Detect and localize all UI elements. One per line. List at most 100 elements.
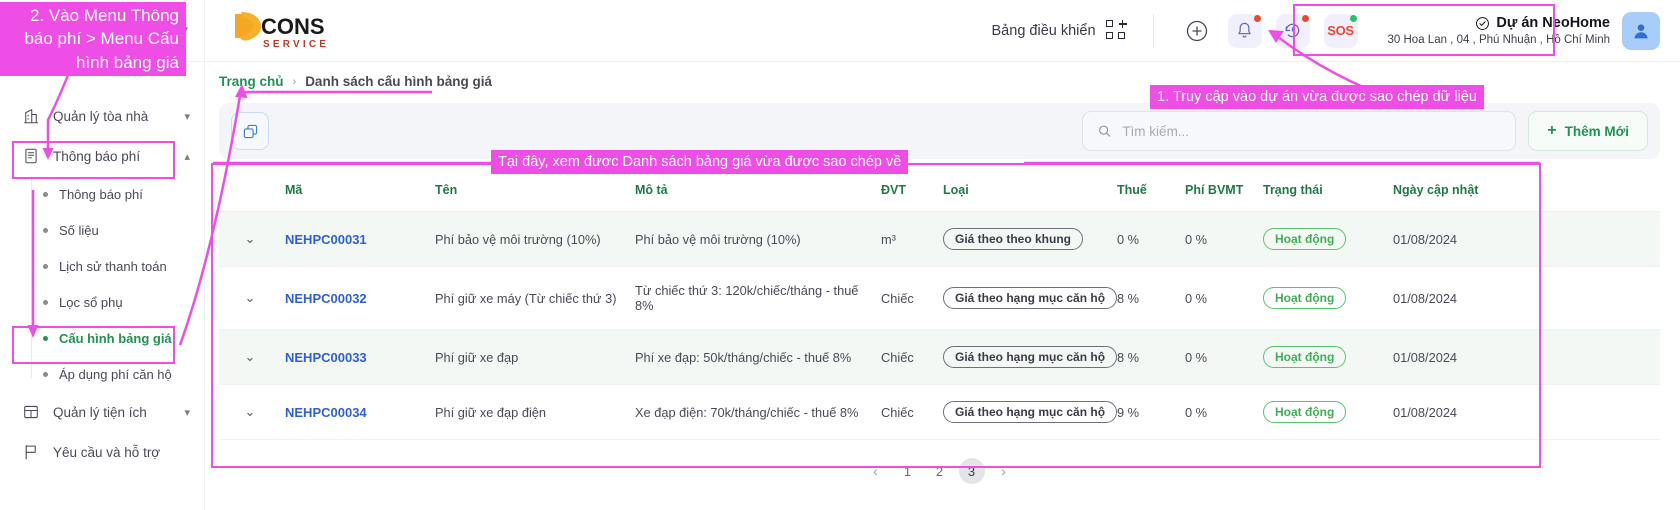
sidebar-subitem-thong-bao-phi[interactable]: Thông báo phí [31, 176, 204, 212]
row-tax: 9 % [1113, 384, 1181, 440]
row-code-link[interactable]: NEHPC00032 [285, 291, 367, 306]
sidebar-sublist-thong-bao-phi: Thông báo phí Số liệu Lịch sử thanh toán… [0, 176, 204, 392]
th-phi-bvmt[interactable]: Phí BVMT [1181, 171, 1259, 212]
row-updated: 01/08/2024 [1389, 384, 1660, 440]
search-input[interactable] [1122, 123, 1502, 139]
breadcrumb-home-link[interactable]: Trang chủ [219, 74, 284, 89]
app-root: ▾ CONS SERVICE Bảng điều khiển [0, 0, 1680, 510]
table-head: Mã Tên Mô tả ĐVT Loại Thuế Phí BVMT Trạn… [219, 171, 1660, 212]
pagination-page-1[interactable]: 1 [895, 458, 921, 484]
th-thue[interactable]: Thuế [1113, 171, 1181, 212]
sidebar: Quản lý tòa nhà ▾ Thông báo phí ▴ Thông … [0, 62, 205, 510]
avatar[interactable] [1622, 11, 1660, 50]
row-desc: Phí bảo vệ môi trường (10%) [631, 211, 877, 267]
row-code: NEHPC00034 [281, 384, 431, 440]
type-badge: Giá theo hạng mục căn hộ [943, 401, 1118, 423]
row-updated: 01/08/2024 [1389, 329, 1660, 385]
building-icon [24, 109, 38, 124]
table-row[interactable]: ⌄ NEHPC00034 Phí giữ xe đạp điện Xe đạp … [219, 384, 1660, 440]
th-ten[interactable]: Tên [431, 171, 631, 212]
breadcrumb-separator: › [292, 75, 297, 88]
sidebar-item-thong-bao-phi[interactable]: Thông báo phí ▴ [0, 136, 204, 176]
bullet-icon [43, 227, 48, 233]
sidebar-subitem-cau-hinh-bang-gia[interactable]: Cấu hình bảng giá [31, 320, 204, 356]
row-code: NEHPC00033 [281, 329, 431, 385]
status-badge: Hoạt động [1263, 287, 1347, 309]
sos-button[interactable]: SOS [1323, 13, 1358, 48]
top-bar-right: Bảng điều khiển SOS Dự án NeoHome 30 Hoa… [992, 7, 1680, 55]
bullet-icon [43, 191, 48, 197]
sidebar-item-label: Quản lý tiện ích [53, 404, 147, 420]
bell-icon [1238, 22, 1251, 38]
row-type: Giá theo hạng mục căn hộ [939, 266, 1118, 330]
layout-icon [24, 405, 38, 419]
history-clock-icon [1285, 23, 1300, 38]
row-code-link[interactable]: NEHPC00033 [285, 350, 367, 365]
project-selector[interactable]: Dự án NeoHome 30 Hoa Lan , 04 , Phú Nhuậ… [1372, 7, 1670, 55]
sidebar-item-yeu-cau-va-ho-tro[interactable]: Yêu cầu và hỗ trợ [0, 432, 204, 472]
row-bvmt: 0 % [1181, 384, 1259, 440]
project-name-row: Dự án NeoHome [1388, 15, 1610, 31]
sidebar-subitem-so-lieu[interactable]: Số liệu [31, 212, 204, 248]
table-row[interactable]: ⌄ NEHPC00032 Phí giữ xe máy (Từ chiếc th… [219, 266, 1660, 330]
row-status: Hoạt động [1259, 384, 1389, 440]
row-updated: 01/08/2024 [1389, 266, 1660, 330]
type-badge: Giá theo hạng mục căn hộ [943, 287, 1118, 309]
row-tax: 8 % [1113, 266, 1181, 330]
pagination-page-2[interactable]: 2 [927, 458, 953, 484]
pagination-page-3[interactable]: 3 [958, 458, 985, 484]
add-button[interactable] [1180, 14, 1214, 48]
sublist-rail [31, 176, 32, 378]
sidebar-subitem-ap-dung-phi-can-ho[interactable]: Áp dụng phí căn hộ [31, 356, 204, 392]
th-ngay-cap-nhat[interactable]: Ngày cập nhật [1389, 171, 1660, 212]
copy-button[interactable] [231, 112, 269, 150]
th-mo-ta[interactable]: Mô tả [631, 171, 877, 212]
bullet-icon [43, 263, 48, 269]
row-expand-toggle[interactable]: ⌄ [219, 329, 281, 385]
sidebar-item-quan-ly-toa-nha[interactable]: Quản lý tòa nhà ▾ [0, 96, 204, 136]
sos-label: SOS [1327, 23, 1354, 38]
row-unit: m³ [877, 211, 939, 267]
history-button[interactable] [1275, 13, 1310, 48]
sidebar-subitem-label: Áp dụng phí căn hộ [59, 366, 172, 382]
sidebar-subitem-label: Số liệu [59, 222, 99, 238]
row-code-link[interactable]: NEHPC00034 [285, 405, 367, 420]
dashboard-label: Bảng điều khiển [991, 22, 1096, 39]
invoice-icon [25, 148, 37, 164]
sidebar-subitem-lich-su-thanh-toan[interactable]: Lịch sử thanh toán [31, 248, 204, 284]
status-badge: Hoạt động [1263, 228, 1347, 250]
dashboard-link[interactable]: Bảng điều khiển [992, 20, 1127, 41]
table-row[interactable]: ⌄ NEHPC00031 Phí bảo vệ môi trường (10%)… [219, 211, 1660, 267]
search-box[interactable] [1082, 111, 1517, 151]
row-expand-toggle[interactable]: ⌄ [219, 266, 281, 330]
table-row[interactable]: ⌄ NEHPC00033 Phí giữ xe đạp Phí xe đạp: … [219, 329, 1660, 385]
price-config-table-wrap: Mã Tên Mô tả ĐVT Loại Thuế Phí BVMT Trạn… [219, 171, 1660, 498]
toolbar: + Thêm Mới [219, 103, 1660, 159]
row-code-link[interactable]: NEHPC00031 [285, 232, 367, 247]
sidebar-item-quan-ly-tien-ich[interactable]: Quản lý tiện ích ▾ [0, 392, 204, 432]
row-updated: 01/08/2024 [1389, 211, 1660, 267]
pagination-prev[interactable]: ‹ [863, 458, 889, 484]
pagination-next[interactable]: › [991, 458, 1017, 484]
th-ma[interactable]: Mã [281, 171, 431, 212]
plus-circle-icon [1186, 20, 1207, 41]
th-trang-thai[interactable]: Trạng thái [1259, 171, 1389, 212]
app-logo[interactable]: CONS SERVICE [205, 10, 339, 52]
sos-status-dot [1349, 14, 1357, 22]
table-header-row: Mã Tên Mô tả ĐVT Loại Thuế Phí BVMT Trạn… [219, 171, 1660, 212]
chevron-up-icon: ▴ [184, 150, 190, 163]
row-expand-toggle[interactable]: ⌄ [219, 211, 281, 267]
add-new-button[interactable]: + Thêm Mới [1528, 111, 1648, 151]
row-name: Phí giữ xe máy (Từ chiếc thứ 3) [431, 266, 631, 330]
row-expand-toggle[interactable]: ⌄ [219, 384, 281, 440]
project-name-label: Dự án NeoHome [1496, 15, 1610, 31]
user-avatar-icon [1634, 23, 1648, 38]
th-loai[interactable]: Loại [939, 171, 1113, 212]
svg-text:CONS: CONS [261, 14, 325, 39]
notification-badge-dot [1253, 14, 1261, 22]
row-tax: 0 % [1113, 211, 1181, 267]
notifications-button[interactable] [1227, 13, 1262, 48]
row-code: NEHPC00032 [281, 266, 431, 330]
th-dvt[interactable]: ĐVT [877, 171, 939, 212]
sidebar-subitem-loc-so-phu[interactable]: Lọc sổ phụ [31, 284, 204, 320]
